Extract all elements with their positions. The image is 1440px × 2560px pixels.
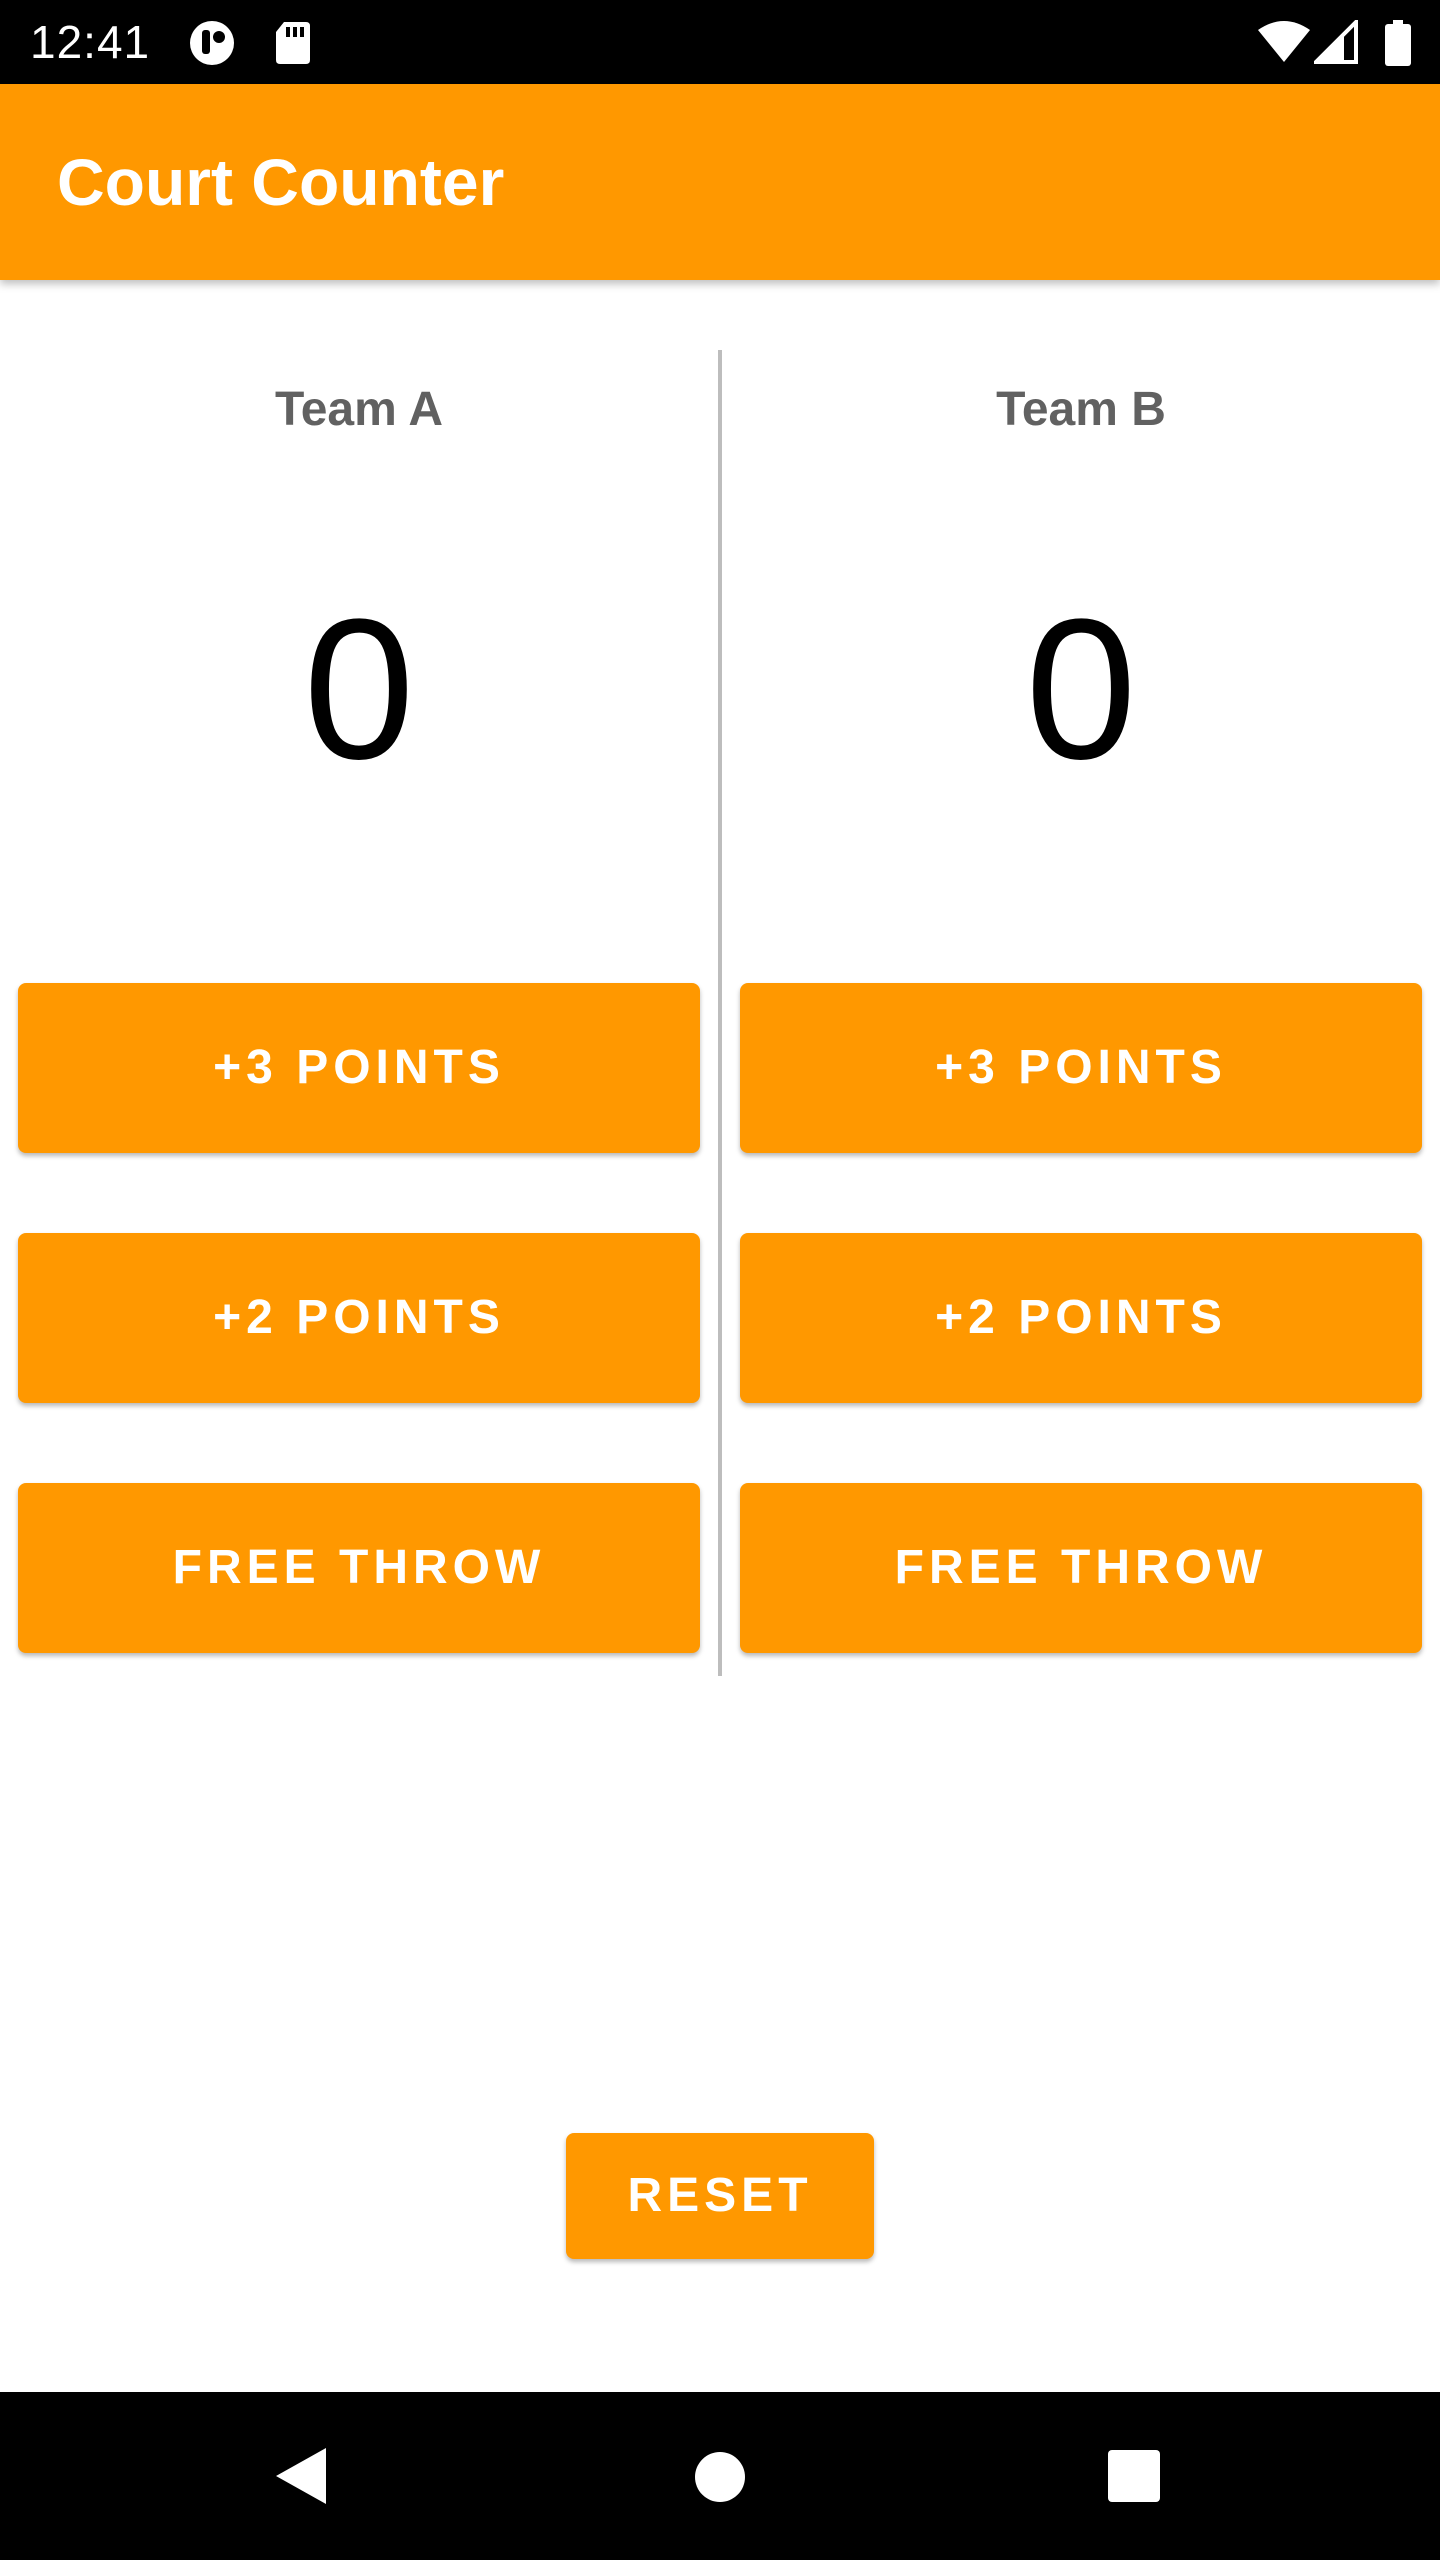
team-a-panel: Team A 0 +3 POINTS +2 POINTS FREE THROW (0, 280, 718, 1680)
home-icon[interactable] (694, 2446, 746, 2511)
sd-card-icon (274, 20, 312, 71)
team-b-panel: Team B 0 +3 POINTS +2 POINTS FREE THROW (722, 280, 1440, 1680)
wifi-icon (1256, 20, 1312, 69)
team-a-free-throw-button[interactable]: FREE THROW (18, 1483, 700, 1653)
team-b-name: Team B (996, 383, 1166, 436)
reset-button[interactable]: RESET (566, 2133, 874, 2259)
status-bar: 12:41 (0, 0, 1440, 84)
team-b-score: 0 (1025, 578, 1137, 801)
team-a-name: Team A (274, 383, 444, 436)
navigation-bar (0, 2392, 1440, 2560)
status-time: 12:41 (30, 16, 151, 68)
app-title: Court Counter (57, 145, 505, 219)
cell-signal-icon (1311, 17, 1358, 69)
back-icon[interactable] (272, 2446, 330, 2511)
team-a-score: 0 (303, 578, 415, 801)
team-a-two-points-button[interactable]: +2 POINTS (18, 1233, 700, 1403)
team-b-free-throw-button[interactable]: FREE THROW (740, 1483, 1422, 1653)
team-a-three-points-button[interactable]: +3 POINTS (18, 983, 700, 1153)
app-bar: Court Counter (0, 84, 1440, 280)
recents-icon[interactable] (1108, 2446, 1160, 2511)
team-b-two-points-button[interactable]: +2 POINTS (740, 1233, 1422, 1403)
app-notification-icon (188, 20, 238, 71)
battery-icon (1384, 20, 1412, 71)
team-b-three-points-button[interactable]: +3 POINTS (740, 983, 1422, 1153)
